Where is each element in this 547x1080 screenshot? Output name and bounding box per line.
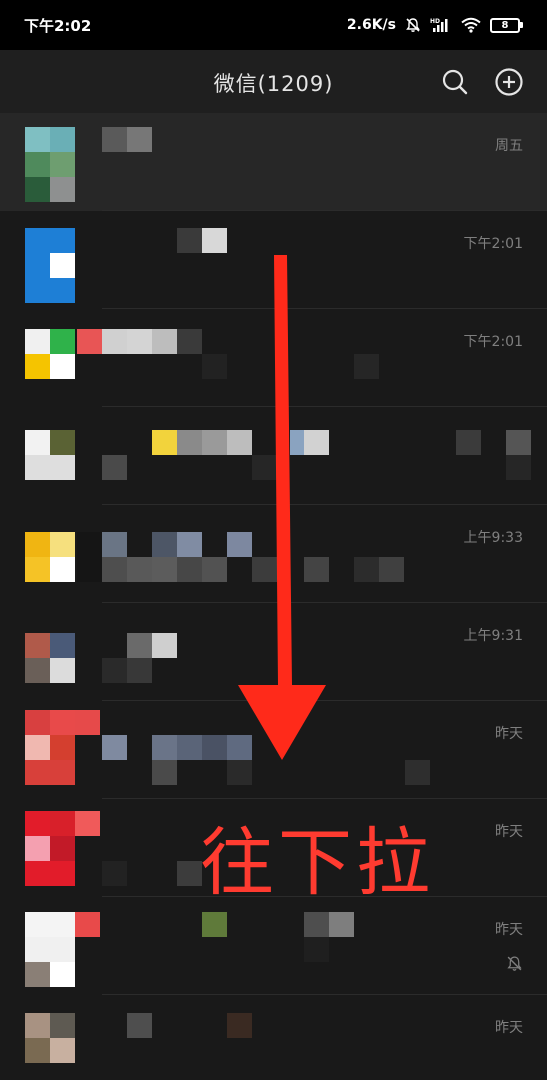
chat-item[interactable]: 周五 — [0, 113, 547, 211]
name-placeholder — [102, 735, 127, 760]
chat-time: 昨天 — [495, 922, 523, 938]
name-placeholder — [152, 430, 177, 455]
avatar — [25, 1013, 75, 1080]
add-button[interactable] — [494, 67, 524, 97]
name-placeholder — [127, 633, 152, 658]
hd-signal-icon: HD — [430, 18, 448, 32]
top-bar: 微信(1209) — [0, 50, 547, 113]
name-placeholder — [202, 912, 227, 937]
name-placeholder — [102, 329, 127, 354]
search-icon — [442, 69, 468, 95]
pull-down-annotation: 往下拉 — [200, 820, 434, 906]
chat-item[interactable]: 昨天 — [0, 897, 547, 995]
name-placeholder — [127, 1013, 152, 1038]
status-time: 下午2:02 — [24, 16, 92, 35]
bell-off-icon — [406, 18, 420, 32]
search-button[interactable] — [440, 67, 470, 97]
avatar — [25, 430, 75, 480]
message-placeholder — [102, 861, 127, 886]
message-placeholder — [102, 658, 127, 683]
chat-item[interactable] — [0, 407, 547, 505]
status-icons: 2.6K/s HD 8 — [347, 17, 523, 33]
avatar — [25, 811, 75, 886]
avatar — [25, 532, 75, 582]
chat-time: 昨天 — [495, 1020, 523, 1036]
avatar — [25, 329, 75, 404]
chat-time: 下午2:01 — [463, 334, 523, 350]
chat-item[interactable]: 上午9:31 — [0, 603, 547, 701]
name-placeholder — [102, 127, 127, 152]
name-placeholder — [102, 532, 127, 557]
battery-icon: 8 — [490, 17, 523, 33]
avatar — [25, 228, 75, 303]
chat-item[interactable]: 下午2:01 — [0, 211, 547, 309]
avatar — [25, 633, 75, 683]
chat-item[interactable]: 昨天 — [0, 701, 547, 799]
chat-item[interactable]: 下午2:01 — [0, 309, 547, 407]
avatar — [25, 710, 75, 785]
name-placeholder — [177, 228, 202, 253]
chat-time: 上午9:33 — [463, 530, 523, 546]
status-bar: 下午2:02 2.6K/s HD 8 — [0, 0, 547, 50]
avatar — [25, 127, 75, 202]
svg-text:HD: HD — [430, 18, 440, 25]
net-speed: 2.6K/s — [346, 17, 396, 33]
message-placeholder — [102, 557, 127, 582]
chat-time: 下午2:01 — [463, 236, 523, 252]
chat-item[interactable]: 昨天 — [0, 995, 547, 1080]
message-placeholder — [102, 455, 127, 480]
chat-time: 上午9:31 — [463, 628, 523, 644]
chat-list[interactable]: 周五 下午2:01 下午2:01 上午9:33 上午9:31 昨天 昨天 昨天 … — [0, 113, 547, 1080]
plus-circle-icon — [495, 68, 523, 96]
chat-time: 昨天 — [495, 726, 523, 742]
avatar — [25, 912, 75, 987]
message-placeholder — [152, 760, 177, 785]
bell-off-icon — [507, 956, 522, 971]
wifi-icon — [461, 17, 481, 33]
chat-time: 周五 — [495, 138, 523, 154]
chat-time: 昨天 — [495, 824, 523, 840]
chat-item[interactable]: 上午9:33 — [0, 505, 547, 603]
battery-level: 8 — [490, 17, 520, 33]
